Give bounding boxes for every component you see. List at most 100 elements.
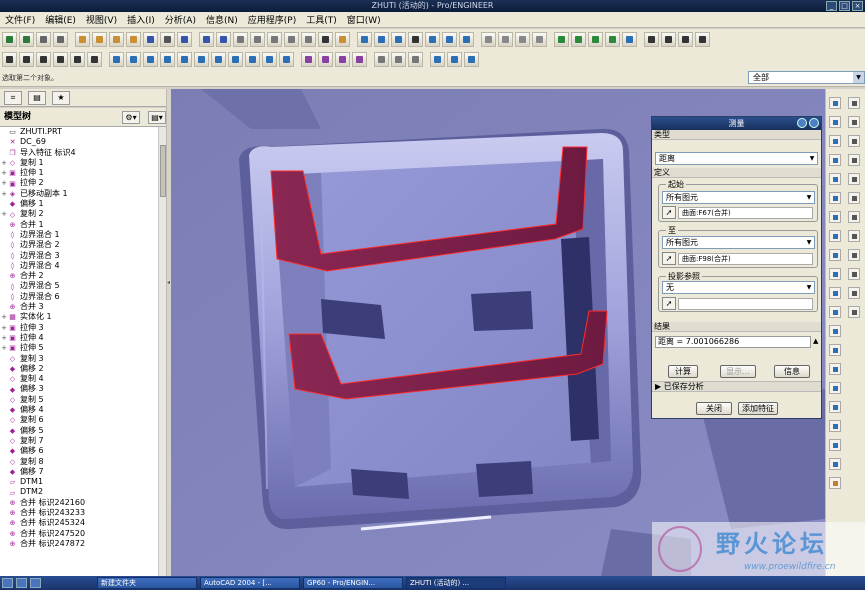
- chamfer-icon[interactable]: [262, 51, 277, 67]
- tree-item[interactable]: ◆ 偏移 1: [0, 199, 158, 209]
- revolve-icon[interactable]: [126, 51, 141, 67]
- tree-item[interactable]: + ▣ 拉伸 2: [0, 178, 158, 188]
- revolve-icon[interactable]: [829, 249, 841, 261]
- compute-button[interactable]: 计算: [668, 365, 698, 378]
- tree-expand-icon[interactable]: +: [0, 158, 8, 168]
- mirror-icon[interactable]: [848, 249, 860, 261]
- taskbar-item-folder[interactable]: 新建文件夹: [97, 577, 197, 589]
- shell-icon[interactable]: [194, 51, 209, 67]
- tree-item[interactable]: ⊕ 合并 标识242160: [0, 498, 158, 508]
- mirror-icon[interactable]: [352, 51, 367, 67]
- hidden-line-icon[interactable]: [498, 31, 513, 47]
- dialog-close-icon[interactable]: [809, 118, 819, 128]
- new-file-icon[interactable]: [36, 31, 51, 47]
- spline-icon[interactable]: [53, 51, 68, 67]
- from-filter-select[interactable]: 所有图元 ▼: [662, 191, 815, 204]
- chevron-down-icon[interactable]: ▼: [804, 237, 814, 248]
- axis-icon[interactable]: [70, 51, 85, 67]
- table-icon[interactable]: [848, 211, 860, 223]
- datum-point-icon[interactable]: [588, 31, 603, 47]
- taskbar-item-autocad[interactable]: AutoCAD 2004 - [...: [200, 577, 300, 589]
- menu-info[interactable]: 信息(N): [201, 13, 243, 26]
- tree-item[interactable]: ⊕ 合并 2: [0, 271, 158, 281]
- to-selection-field[interactable]: 曲面:F98(合并): [678, 252, 813, 265]
- trim-icon[interactable]: [318, 51, 333, 67]
- tree-item[interactable]: + ▣ 拉伸 1: [0, 168, 158, 178]
- hole-icon[interactable]: [829, 325, 841, 337]
- selection-filter[interactable]: 全部 ▼: [748, 71, 865, 84]
- solidify-icon[interactable]: [848, 287, 860, 299]
- tree-expand-icon[interactable]: +: [0, 343, 8, 353]
- cut-icon[interactable]: [233, 31, 248, 47]
- round-icon[interactable]: [245, 51, 260, 67]
- menu-analysis[interactable]: 分析(A): [160, 13, 201, 26]
- projection-field[interactable]: [678, 297, 813, 310]
- close-icon[interactable]: ×: [852, 1, 863, 11]
- offset-icon[interactable]: [848, 268, 860, 280]
- chevron-down-icon[interactable]: ▼: [804, 282, 814, 293]
- email-icon[interactable]: [177, 31, 192, 47]
- redo-icon[interactable]: [216, 31, 231, 47]
- model-tree-tab-icon[interactable]: ⌗: [4, 91, 22, 105]
- menu-file[interactable]: 文件(F): [0, 13, 40, 26]
- no-hidden-icon[interactable]: [515, 31, 530, 47]
- save-icon[interactable]: [92, 31, 107, 47]
- paint-icon[interactable]: [109, 31, 124, 47]
- tree-item[interactable]: ◇ 复制 7: [0, 436, 158, 446]
- tree-item[interactable]: ◊ 边界混合 3: [0, 251, 158, 261]
- tree-item[interactable]: ✕ DC_69: [0, 137, 158, 147]
- sketch-icon[interactable]: [829, 211, 841, 223]
- tree-item[interactable]: ▱ DTM1: [0, 477, 158, 487]
- boundary-blend-icon[interactable]: [279, 51, 294, 67]
- tree-item[interactable]: + ▣ 拉伸 3: [0, 323, 158, 333]
- tree-item[interactable]: ⊕ 合并 1: [0, 220, 158, 230]
- result-scroll-icon[interactable]: ▲: [813, 337, 818, 345]
- chevron-down-icon[interactable]: ▼: [853, 72, 864, 83]
- menu-tools[interactable]: 工具(T): [301, 13, 342, 26]
- point-icon[interactable]: [848, 154, 860, 166]
- select-arrow-icon[interactable]: ➚: [662, 252, 676, 265]
- select-arrow-icon[interactable]: ➚: [662, 206, 676, 219]
- folder-icon[interactable]: [75, 31, 90, 47]
- menu-insert[interactable]: 插入(I): [122, 13, 160, 26]
- tree-item[interactable]: ◊ 边界混合 2: [0, 240, 158, 250]
- print-icon[interactable]: [160, 31, 175, 47]
- style-icon[interactable]: [829, 306, 841, 318]
- blend-icon[interactable]: [160, 51, 175, 67]
- regenerate-icon[interactable]: [301, 31, 316, 47]
- line-tool-icon[interactable]: [644, 31, 659, 47]
- axis-icon[interactable]: [848, 116, 860, 128]
- csys-icon[interactable]: [605, 31, 620, 47]
- tree-item[interactable]: ⊕ 合并 3: [0, 302, 158, 312]
- tree-item[interactable]: ◆ 偏移 6: [0, 446, 158, 456]
- datum-axis-icon[interactable]: [829, 116, 841, 128]
- tree-item[interactable]: ⊕ 合并 标识243233: [0, 508, 158, 518]
- tree-item[interactable]: ◇ 复制 5: [0, 395, 158, 405]
- sphere-icon[interactable]: [408, 31, 423, 47]
- wireframe-icon[interactable]: [481, 31, 496, 47]
- tree-expand-icon[interactable]: +: [0, 333, 8, 343]
- browser-quicklaunch-icon[interactable]: [30, 578, 41, 588]
- curve-icon[interactable]: [848, 135, 860, 147]
- info-button[interactable]: 信息: [774, 365, 810, 378]
- tree-item[interactable]: + ◇ 复制 2: [0, 209, 158, 219]
- add-feature-button[interactable]: 添加特征: [738, 402, 778, 415]
- undo-icon[interactable]: [199, 31, 214, 47]
- datum-plane-icon[interactable]: [829, 97, 841, 109]
- show-button[interactable]: 显示...: [720, 365, 756, 378]
- tree-item[interactable]: ◊ 边界混合 6: [0, 292, 158, 302]
- spin-center-icon[interactable]: [391, 31, 406, 47]
- tree-item[interactable]: + ▣ 拉伸 5: [0, 343, 158, 353]
- pattern-icon[interactable]: [335, 51, 350, 67]
- browser-icon[interactable]: [19, 31, 34, 47]
- paste-special-icon[interactable]: [284, 31, 299, 47]
- tree-expand-icon[interactable]: +: [0, 323, 8, 333]
- analysis-icon[interactable]: [447, 51, 462, 67]
- tree-item[interactable]: ◆ 偏移 2: [0, 364, 158, 374]
- hide-icon[interactable]: [408, 51, 423, 67]
- tree-item[interactable]: ⊕ 合并 标识247520: [0, 529, 158, 539]
- close-button[interactable]: 关闭: [696, 402, 732, 415]
- select-arrow-icon[interactable]: ➚: [662, 297, 676, 310]
- tree-settings-icon[interactable]: ⚙▾: [122, 111, 140, 124]
- dimension-tool-icon[interactable]: [695, 31, 710, 47]
